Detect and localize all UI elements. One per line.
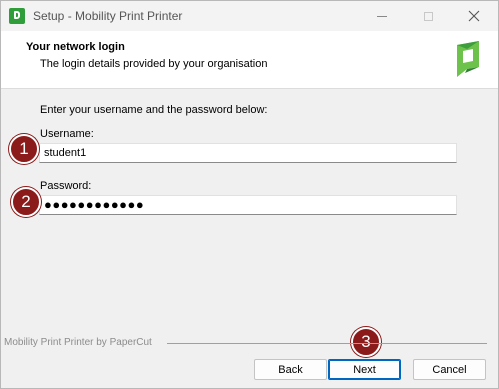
maximize-button	[405, 1, 451, 31]
page-subtitle: The login details provided by your organ…	[40, 58, 268, 70]
close-button[interactable]	[451, 1, 497, 31]
username-field[interactable]: student1	[39, 143, 457, 163]
cancel-button[interactable]: Cancel	[413, 359, 486, 380]
papercut-app-icon	[9, 8, 25, 24]
username-label: Username:	[40, 128, 94, 140]
close-icon	[468, 10, 480, 22]
instruction-text: Enter your username and the password bel…	[40, 104, 268, 116]
back-button[interactable]: Back	[254, 359, 327, 380]
next-button[interactable]: Next	[328, 359, 401, 380]
footer-branding: Mobility Print Printer by PaperCut	[4, 337, 152, 348]
setup-window: Setup - Mobility Print Printer Your netw…	[0, 0, 499, 389]
papercut-logo-icon	[457, 41, 479, 77]
callout-badge-1: 1	[9, 134, 39, 164]
password-field[interactable]: ●●●●●●●●●●●●	[39, 195, 457, 215]
footer-divider	[167, 343, 487, 344]
callout-badge-2: 2	[11, 187, 41, 217]
callout-badge-3: 3	[351, 327, 381, 357]
title-bar[interactable]: Setup - Mobility Print Printer	[1, 1, 498, 31]
window-title: Setup - Mobility Print Printer	[33, 9, 183, 23]
password-label: Password:	[40, 180, 92, 192]
wizard-header: Your network login The login details pro…	[1, 31, 498, 89]
minimize-button[interactable]	[359, 1, 405, 31]
maximize-icon	[423, 11, 433, 21]
minimize-icon	[377, 15, 387, 17]
page-title: Your network login	[26, 41, 125, 53]
